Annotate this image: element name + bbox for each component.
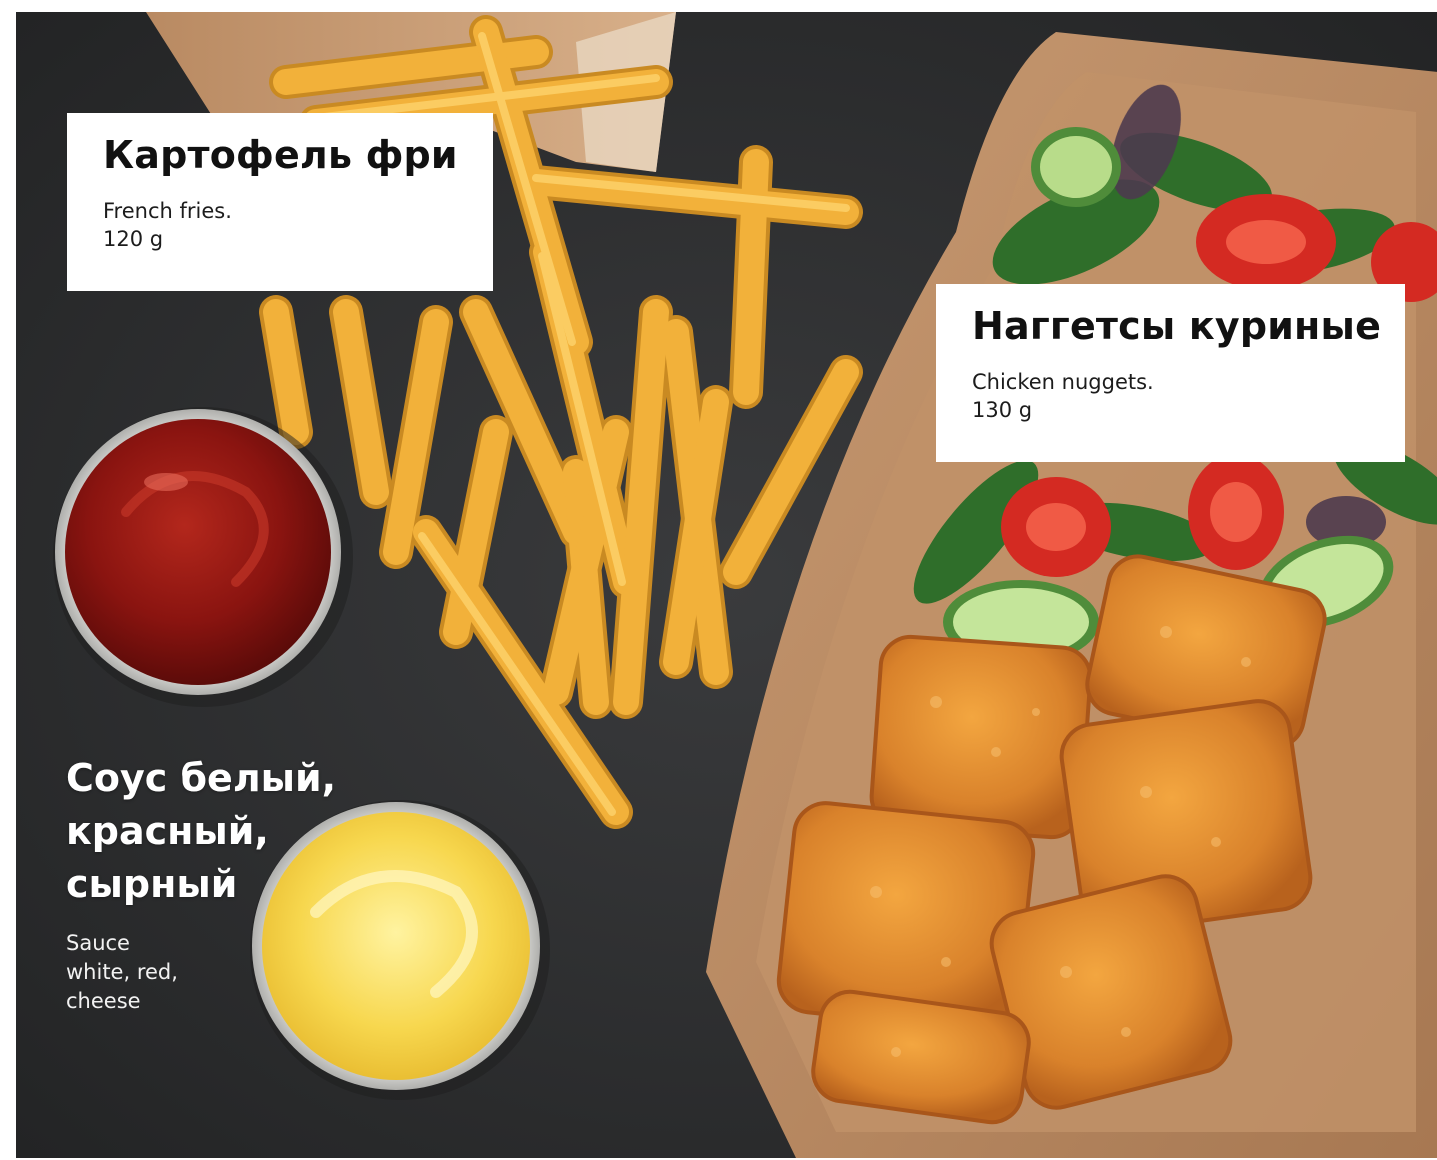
sauce-title-line: сырный: [66, 862, 238, 906]
sauce-description-line: Sauce: [66, 931, 130, 955]
fries-card: Картофель фри French fries. 120 g: [67, 113, 493, 291]
sauce-title-line: Соус белый,: [66, 756, 337, 800]
nuggets-title: Наггетсы куриные: [972, 304, 1382, 348]
sauce-caption: Соус белый, красный, сырный Sauce white,…: [66, 752, 336, 1016]
nuggets-weight: 130 g: [972, 397, 1033, 422]
sauce-title: Соус белый, красный, сырный: [66, 752, 336, 911]
fries-weight: 120 g: [103, 226, 164, 251]
fries-description: French fries.: [103, 198, 232, 223]
sauce-description-line: white, red,: [66, 960, 178, 984]
ketchup-cup: [53, 407, 353, 707]
sauce-description-line: cheese: [66, 989, 141, 1013]
sauce-description: Sauce white, red, cheese: [66, 929, 336, 1016]
nuggets-card: Наггетсы куриные Chicken nuggets. 130 g: [936, 284, 1405, 462]
fries-title: Картофель фри: [103, 133, 458, 177]
sauce-title-line: красный,: [66, 809, 269, 853]
nuggets-description: Chicken nuggets.: [972, 369, 1154, 394]
